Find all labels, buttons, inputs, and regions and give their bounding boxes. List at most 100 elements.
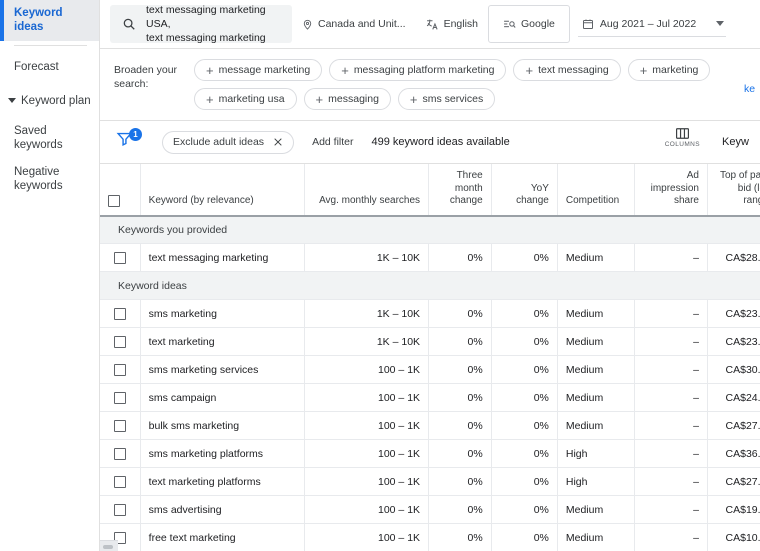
- cell-bid-low: CA$19.51: [707, 495, 760, 524]
- search-query-line2: text messaging marketing: [146, 32, 266, 45]
- header-keyword[interactable]: Keyword (by relevance): [140, 164, 305, 217]
- sidebar-item-forecast[interactable]: Forecast: [0, 50, 99, 84]
- translate-icon: [426, 18, 439, 31]
- row-checkbox-cell: [100, 243, 141, 272]
- sidebar-item-saved-keywords[interactable]: Saved keywords: [0, 118, 99, 159]
- cell-competition: Medium: [557, 495, 635, 524]
- header-yoy[interactable]: YoY change: [491, 164, 558, 217]
- row-checkbox[interactable]: [114, 503, 126, 516]
- broaden-more-link[interactable]: ke: [744, 83, 758, 95]
- broaden-chip[interactable]: + marketing: [627, 59, 711, 81]
- cell-competition: Medium: [557, 383, 635, 412]
- date-range-selector[interactable]: Aug 2021 – Jul 2022: [577, 11, 727, 37]
- row-checkbox[interactable]: [114, 363, 126, 376]
- cell-keyword: sms campaign: [140, 383, 305, 412]
- table-row[interactable]: free text marketing 100 – 1K 0% 0% Medium – CA…: [100, 523, 760, 551]
- keyword-table-container: Keyword (by relevance) Avg. monthly sear…: [100, 164, 760, 551]
- cell-competition: Medium: [557, 355, 635, 384]
- date-range-label: Aug 2021 – Jul 2022: [599, 17, 697, 30]
- columns-button[interactable]: COLUMNS: [665, 127, 700, 148]
- table-section-row: Keywords you provided: [100, 215, 760, 244]
- keyword-count-text: 499 keyword ideas available: [371, 136, 510, 148]
- network-label: Google: [521, 18, 555, 30]
- cell-bid-low: CA$23.46: [707, 327, 760, 356]
- header-bid-low[interactable]: Top of page bid (low range): [707, 164, 760, 217]
- header-competition[interactable]: Competition: [557, 164, 635, 217]
- row-checkbox[interactable]: [114, 475, 126, 488]
- cell-competition: Medium: [557, 299, 635, 328]
- broaden-chip[interactable]: + message marketing: [194, 59, 323, 81]
- search-query-line1: text messaging marketing USA,: [146, 3, 266, 30]
- sidebar-item-negative-keywords[interactable]: Negative keywords: [0, 159, 99, 200]
- table-row[interactable]: sms campaign100 – 1K0%0%Medium–CA$24.67C…: [100, 383, 760, 412]
- horizontal-scrollbar[interactable]: [100, 540, 118, 551]
- cell-bid-low: CA$10.60: [707, 523, 760, 551]
- broaden-chip[interactable]: + messaging platform marketing: [329, 59, 507, 81]
- broaden-chip-label: marketing: [652, 64, 699, 76]
- table-row[interactable]: text marketing platforms 100 – 1K 0% 0% High…: [100, 467, 760, 496]
- cell-avg-monthly-searches: 100 – 1K: [304, 523, 430, 551]
- location-selector[interactable]: Canada and Unit...: [292, 7, 416, 41]
- cell-competition: Medium: [557, 523, 635, 551]
- broaden-chip[interactable]: + marketing usa: [194, 88, 297, 110]
- header-avg-monthly[interactable]: Avg. monthly searches: [304, 164, 430, 217]
- sidebar-item-label: Negative keywords: [14, 165, 63, 192]
- filter-funnel-button[interactable]: 1: [116, 128, 150, 154]
- table-row[interactable]: sms advertising 100 – 1K 0% 0% Medium – CA$19.…: [100, 495, 760, 524]
- row-checkbox[interactable]: [114, 447, 126, 460]
- broaden-chip-label: message marketing: [218, 64, 311, 76]
- row-checkbox[interactable]: [114, 335, 126, 348]
- cell-ad-impression-share: –: [634, 383, 708, 412]
- network-selector[interactable]: Google: [488, 5, 570, 43]
- cell-ad-impression-share: –: [634, 327, 708, 356]
- cell-ad-impression-share: –: [634, 243, 708, 272]
- table-row[interactable]: sms marketing platforms 100 – 1K 0% 0% High –…: [100, 439, 760, 468]
- row-checkbox[interactable]: [114, 307, 126, 320]
- cell-keyword: sms marketing: [140, 299, 305, 328]
- broaden-chip[interactable]: + sms services: [397, 88, 496, 110]
- active-filter-label: Exclude adult ideas: [173, 136, 265, 148]
- cell-avg-monthly-searches: 100 – 1K: [304, 383, 430, 412]
- table-row[interactable]: text marketing1K – 10K0%0%Medium–CA$23.4…: [100, 327, 760, 356]
- calendar-icon: [582, 18, 594, 30]
- filter-bar: 1 Exclude adult ideas Add filter 499 key…: [100, 121, 760, 164]
- cell-yoy-change: 0%: [491, 467, 558, 496]
- table-row[interactable]: text messaging marketing 1K – 10K 0% 0% Medi…: [100, 243, 760, 272]
- columns-label: COLUMNS: [664, 141, 700, 148]
- cell-yoy-change: 0%: [491, 299, 558, 328]
- table-header-row: Keyword (by relevance) Avg. monthly sear…: [100, 164, 760, 217]
- table-row[interactable]: sms marketing1K – 10K0%0%Medium–CA$23.93…: [100, 299, 760, 328]
- search-input[interactable]: text messaging marketing USA, text messa…: [110, 3, 292, 45]
- header-ad-impression[interactable]: Ad impression share: [634, 164, 708, 217]
- select-all-checkbox[interactable]: [108, 194, 120, 207]
- cell-ad-impression-share: –: [634, 523, 708, 551]
- table-header: Keyword (by relevance) Avg. monthly sear…: [100, 164, 760, 217]
- broaden-chip[interactable]: + text messaging: [513, 59, 621, 81]
- sidebar: Keyword ideas Forecast Keyword plan Save…: [0, 0, 100, 551]
- cell-three-month-change: 0%: [428, 523, 492, 551]
- plus-icon: +: [206, 91, 214, 107]
- header-three-month[interactable]: Three month change: [428, 164, 492, 217]
- cell-three-month-change: 0%: [428, 383, 492, 412]
- row-checkbox[interactable]: [114, 419, 126, 432]
- plus-icon: +: [206, 62, 214, 78]
- active-filter-chip[interactable]: Exclude adult ideas: [162, 130, 295, 154]
- sidebar-group-keyword-plan[interactable]: Keyword plan: [0, 84, 99, 118]
- cell-three-month-change: 0%: [428, 327, 492, 356]
- table-row[interactable]: sms marketing services 100 – 1K 0% 0% Medium…: [100, 355, 760, 384]
- row-checkbox[interactable]: [114, 251, 126, 264]
- cell-keyword: sms marketing platforms: [140, 439, 305, 468]
- add-filter-button[interactable]: Add filter: [312, 136, 353, 148]
- table-row[interactable]: bulk sms marketing 100 – 1K 0% 0% Medium – CA$…: [100, 411, 760, 440]
- language-selector[interactable]: English: [416, 7, 488, 41]
- cell-ad-impression-share: –: [634, 411, 708, 440]
- cell-yoy-change: 0%: [491, 495, 558, 524]
- plus-icon: +: [341, 62, 349, 78]
- row-checkbox-cell: [100, 327, 141, 356]
- close-icon[interactable]: [273, 137, 283, 147]
- sidebar-item-keyword-ideas[interactable]: Keyword ideas: [0, 0, 99, 41]
- row-checkbox-cell: [100, 355, 141, 384]
- keyword-table: Keyword (by relevance) Avg. monthly sear…: [100, 164, 760, 551]
- row-checkbox[interactable]: [114, 391, 126, 404]
- broaden-chip[interactable]: + messaging: [303, 88, 391, 110]
